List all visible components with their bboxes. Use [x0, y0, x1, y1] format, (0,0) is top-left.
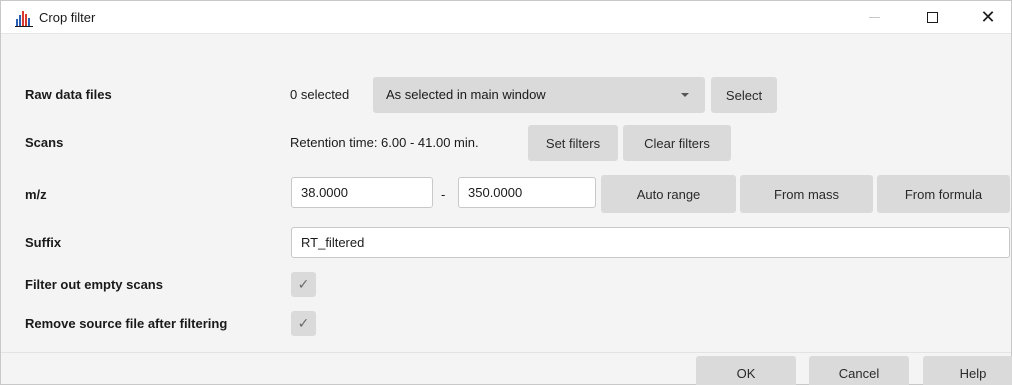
chevron-down-icon [681, 93, 689, 97]
crop-filter-dialog: Crop filter ✕ Raw data files 0 selected … [0, 0, 1012, 385]
close-button[interactable]: ✕ [965, 1, 1011, 34]
filter-empty-scans-checkbox[interactable]: ✓ [291, 272, 316, 297]
set-filters-button[interactable]: Set filters [528, 125, 618, 161]
dropdown-value: As selected in main window [386, 87, 546, 102]
footer-divider [1, 352, 1011, 353]
remove-source-file-label: Remove source file after filtering [25, 316, 228, 331]
selected-count: 0 selected [290, 87, 350, 102]
checkmark-icon: ✓ [297, 276, 310, 293]
ok-button[interactable]: OK [696, 356, 796, 385]
from-formula-button[interactable]: From formula [877, 175, 1010, 213]
suffix-field[interactable] [291, 227, 1010, 258]
suffix-label: Suffix [25, 235, 62, 250]
minimize-icon [868, 17, 880, 18]
maximize-button[interactable] [909, 1, 955, 34]
select-button[interactable]: Select [711, 77, 777, 113]
auto-range-button[interactable]: Auto range [601, 175, 736, 213]
help-button[interactable]: Help [923, 356, 1012, 385]
title-bar: Crop filter ✕ [1, 1, 1011, 34]
cancel-button[interactable]: Cancel [809, 356, 909, 385]
checkmark-icon: ✓ [297, 315, 310, 332]
clear-filters-button[interactable]: Clear filters [623, 125, 731, 161]
minimize-button[interactable] [851, 1, 897, 34]
mz-label: m/z [25, 187, 47, 202]
maximize-icon [926, 12, 938, 23]
filter-empty-scans-label: Filter out empty scans [25, 277, 163, 292]
retention-time-text: Retention time: 6.00 - 41.00 min. [290, 135, 479, 150]
window-title: Crop filter [39, 10, 96, 25]
range-separator: - [441, 187, 446, 202]
mz-max-field[interactable] [458, 177, 596, 208]
mz-min-field[interactable] [291, 177, 433, 208]
raw-data-files-dropdown[interactable]: As selected in main window [373, 77, 705, 113]
scans-label: Scans [25, 135, 64, 150]
from-mass-button[interactable]: From mass [740, 175, 873, 213]
bar-chart-icon [15, 11, 33, 27]
remove-source-file-checkbox[interactable]: ✓ [291, 311, 316, 336]
raw-data-files-label: Raw data files [25, 87, 112, 102]
close-icon: ✕ [980, 6, 996, 28]
